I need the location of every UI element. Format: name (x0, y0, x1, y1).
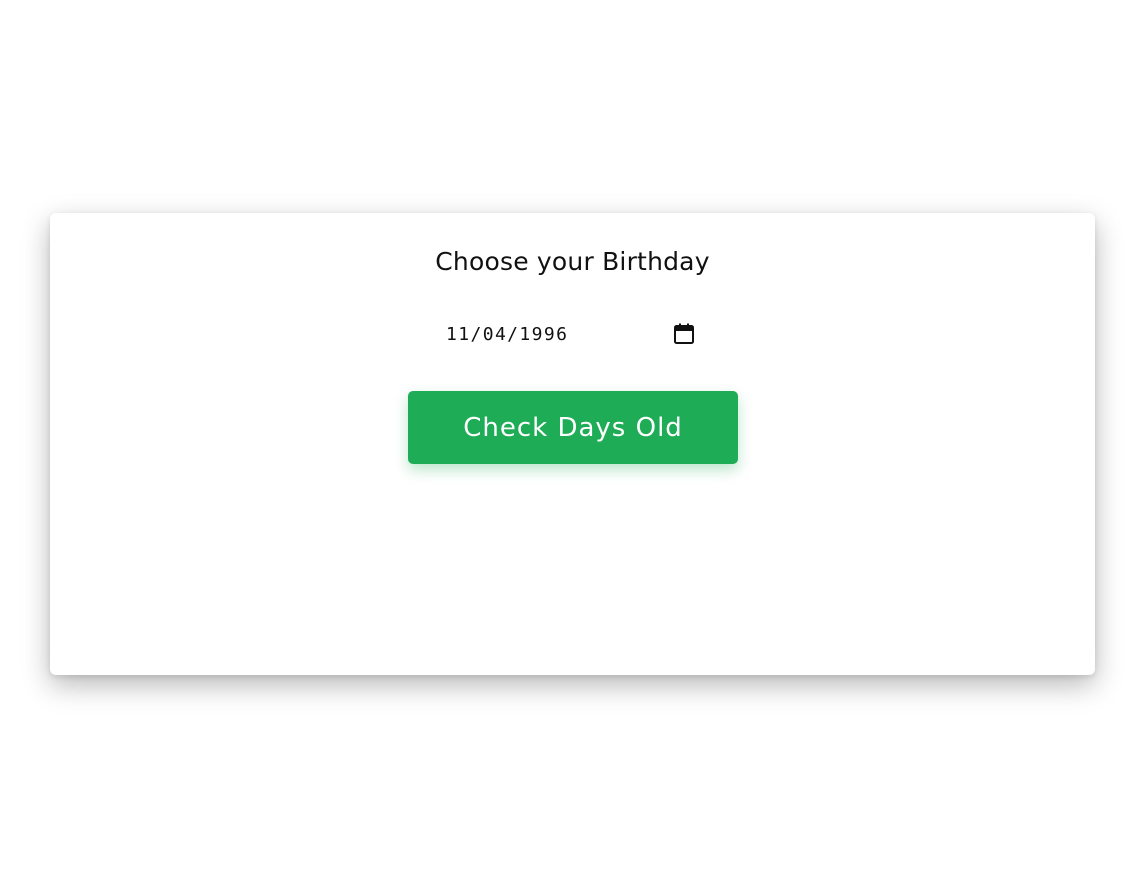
check-days-old-button[interactable]: Check Days Old (408, 391, 738, 464)
birthday-date-input[interactable]: 11/04/1996 (443, 318, 703, 352)
birthday-card: Choose your Birthday 11/04/1996 Check Da… (50, 213, 1095, 675)
date-value[interactable]: 11/04/1996 (446, 324, 568, 345)
calendar-icon[interactable] (672, 322, 696, 346)
page-title: Choose your Birthday (435, 247, 710, 276)
